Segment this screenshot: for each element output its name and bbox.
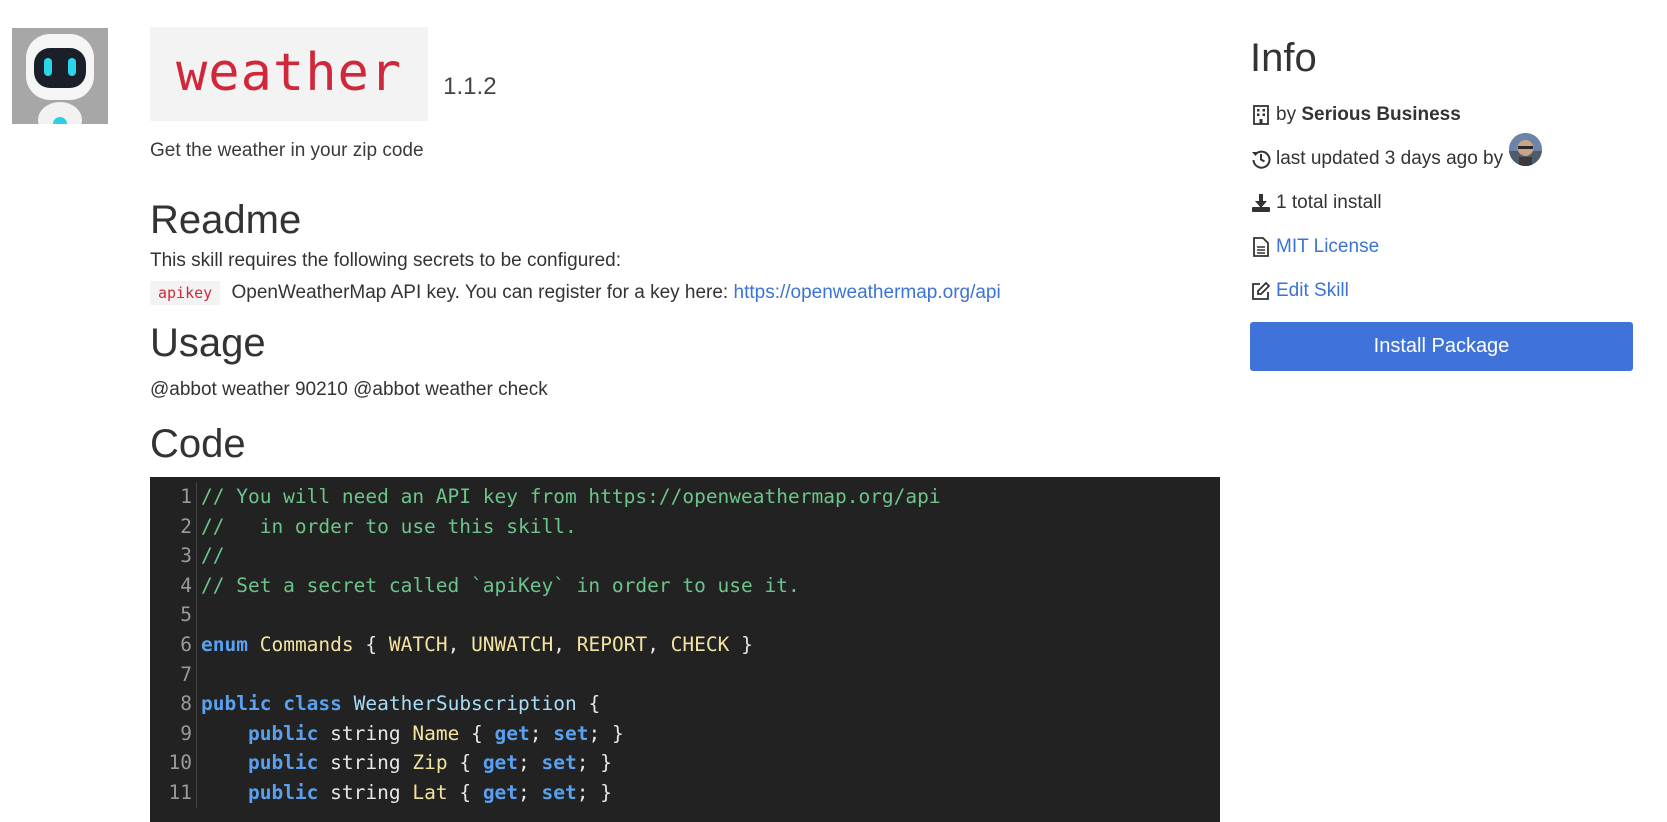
edit-skill-link[interactable]: Edit Skill [1276,280,1349,302]
code-text: public string Zip { get; set; } [247,751,612,775]
building-icon [1250,104,1272,126]
code-line: 5 [150,600,1220,630]
author-row: by Serious Business [1250,100,1633,130]
code-line: 1// You will need an API key from https:… [150,482,1220,512]
download-icon [1250,192,1272,214]
updated-text: last updated 3 days ago by [1276,148,1504,169]
package-name: weather [150,27,429,121]
edit-row: Edit Skill [1250,276,1633,306]
usage-heading: Usage [150,321,266,365]
code-line: 3// [150,541,1220,571]
readme-secret-row: apikey OpenWeatherMap API key. You can r… [150,278,1220,308]
code-line: 11 public string Lat { get; set; } [150,777,1220,808]
code-text: public string Name { get; set; } [247,721,624,745]
code-text: public class WeatherSubscription { [201,692,601,716]
line-number: 9 [150,718,197,749]
line-number: 5 [150,600,197,630]
author-name: Serious Business [1301,104,1461,125]
line-number: 10 [150,748,197,778]
readme-heading: Readme [150,198,302,242]
file-icon [1250,236,1272,258]
code-line: 10 public string Zip { get; set; } [150,748,1220,778]
code-line: 6 enum Commands { WATCH, UNWATCH, REPORT,… [150,629,1220,660]
code-text: // in order to use this skill. [201,514,577,538]
code-heading: Code [150,422,246,466]
install-count: 1 total install [1276,192,1382,213]
code-text: public string Lat { get; set; } [247,780,612,804]
code-line: 8 public class WeatherSubscription { [150,689,1220,719]
line-number: 11 [150,777,197,808]
user-avatar[interactable] [1509,132,1543,166]
line-number: 8 [150,689,197,719]
code-text: enum Commands { WATCH, UNWATCH, REPORT, … [201,632,753,656]
code-line: 9 public string Name { get; set; } [150,718,1220,749]
install-package-button[interactable]: Install Package [1250,322,1633,371]
line-number: 2 [150,511,197,542]
code-line: 2// in order to use this skill. [150,511,1220,542]
package-version: 1.1.2 [443,73,497,100]
info-heading: Info [1250,36,1317,80]
installs-row: 1 total install [1250,188,1633,218]
title-row: weather 1.1.2 [150,27,1220,121]
secret-key-code: apikey [150,281,221,305]
readme-intro: This skill requires the following secret… [150,250,622,271]
bot-avatar [12,28,108,124]
line-number: 3 [150,541,197,571]
secret-description: OpenWeatherMap API key. You can register… [231,282,729,303]
updated-row: last updated 3 days ago by [1250,132,1633,174]
code-line: 4// Set a secret called `apiKey` in orde… [150,570,1220,601]
code-text: // [201,544,225,568]
license-link[interactable]: MIT License [1276,236,1379,258]
code-text: // Set a secret called `apiKey` in order… [201,573,800,597]
package-description: Get the weather in your zip code [150,140,424,161]
line-number: 1 [150,482,197,512]
history-icon [1250,148,1272,170]
info-panel: Info by Serious Business last updated 3 … [1250,30,1633,371]
by-prefix: by [1276,104,1297,125]
line-number: 6 [150,629,197,660]
code-line: 7 [150,659,1220,690]
main-content: weather 1.1.2 Get the weather in your zi… [150,27,1220,822]
usage-text: @abbot weather 90210 @abbot weather chec… [150,379,548,400]
edit-icon [1250,280,1272,302]
license-row: MIT License [1250,232,1633,262]
code-viewer[interactable]: 1// You will need an API key from https:… [150,477,1220,822]
line-number: 4 [150,570,197,601]
line-number: 7 [150,659,197,690]
openweathermap-link[interactable]: https://openweathermap.org/api [734,282,1001,303]
code-text: // You will need an API key from https:/… [201,485,941,508]
